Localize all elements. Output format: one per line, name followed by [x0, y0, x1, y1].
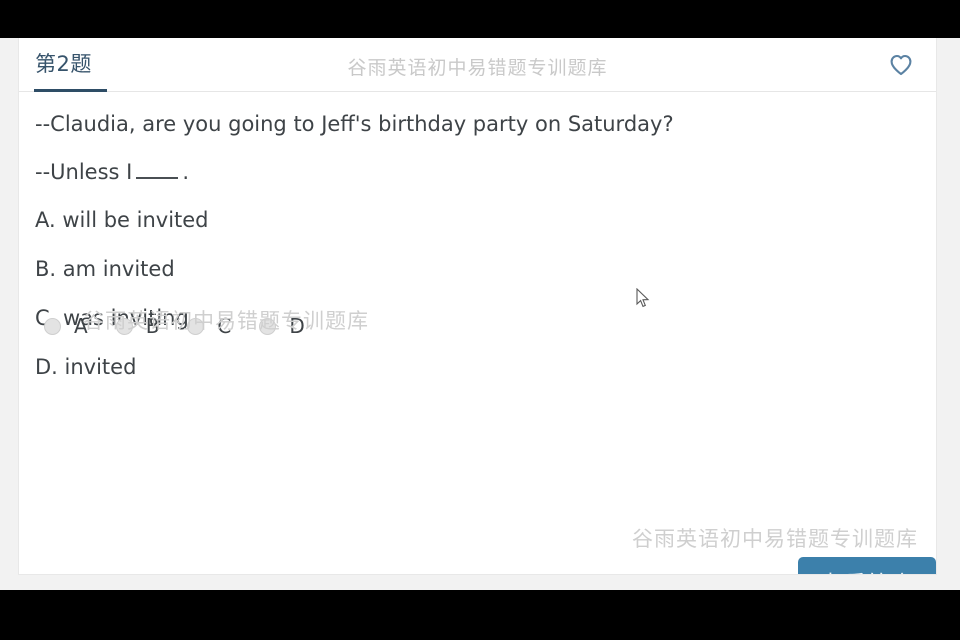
question-line-2: --Unless I.: [35, 162, 920, 183]
radio-label-b: B: [145, 314, 160, 338]
body-watermark-bottom: 谷雨英语初中易错题专训题库: [632, 527, 918, 551]
radio-label-d: D: [289, 314, 305, 338]
answer-choice-group: A B C D: [44, 314, 333, 338]
answer-blank: [136, 162, 179, 179]
header-watermark: 谷雨英语初中易错题专训题库: [347, 57, 608, 79]
heart-icon[interactable]: [888, 52, 914, 78]
option-a: A. will be invited: [35, 208, 209, 232]
radio-choice-b[interactable]: B: [115, 314, 160, 338]
radio-choice-c[interactable]: C: [187, 314, 231, 338]
radio-dot-c[interactable]: [187, 317, 205, 335]
radio-dot-b[interactable]: [115, 317, 133, 335]
card-header: 第2题 谷雨英语初中易错题专训题库: [19, 38, 936, 92]
tab-question-number[interactable]: 第2题: [35, 48, 92, 78]
view-answer-button[interactable]: 查看答案: [798, 557, 936, 574]
radio-choice-d[interactable]: D: [259, 314, 305, 338]
radio-dot-a[interactable]: [44, 317, 61, 335]
radio-dot-d[interactable]: [259, 317, 277, 335]
option-b: B. am invited: [35, 257, 175, 281]
question-line-1: --Claudia, are you going to Jeff's birth…: [35, 112, 674, 136]
radio-label-c: C: [217, 314, 232, 338]
question-line-2-suffix: .: [182, 160, 190, 184]
option-d: D. invited: [35, 355, 137, 379]
card-body: --Claudia, are you going to Jeff's birth…: [19, 92, 936, 574]
question-card: 第2题 谷雨英语初中易错题专训题库 --Claudia, are you goi…: [18, 38, 937, 575]
question-line-2-prefix: --Unless I: [35, 160, 133, 184]
screen: 第2题 谷雨英语初中易错题专训题库 --Claudia, are you goi…: [0, 0, 960, 640]
page-viewport: 第2题 谷雨英语初中易错题专训题库 --Claudia, are you goi…: [0, 38, 960, 590]
radio-choice-a[interactable]: A: [44, 314, 88, 338]
radio-label-a: A: [74, 314, 88, 338]
